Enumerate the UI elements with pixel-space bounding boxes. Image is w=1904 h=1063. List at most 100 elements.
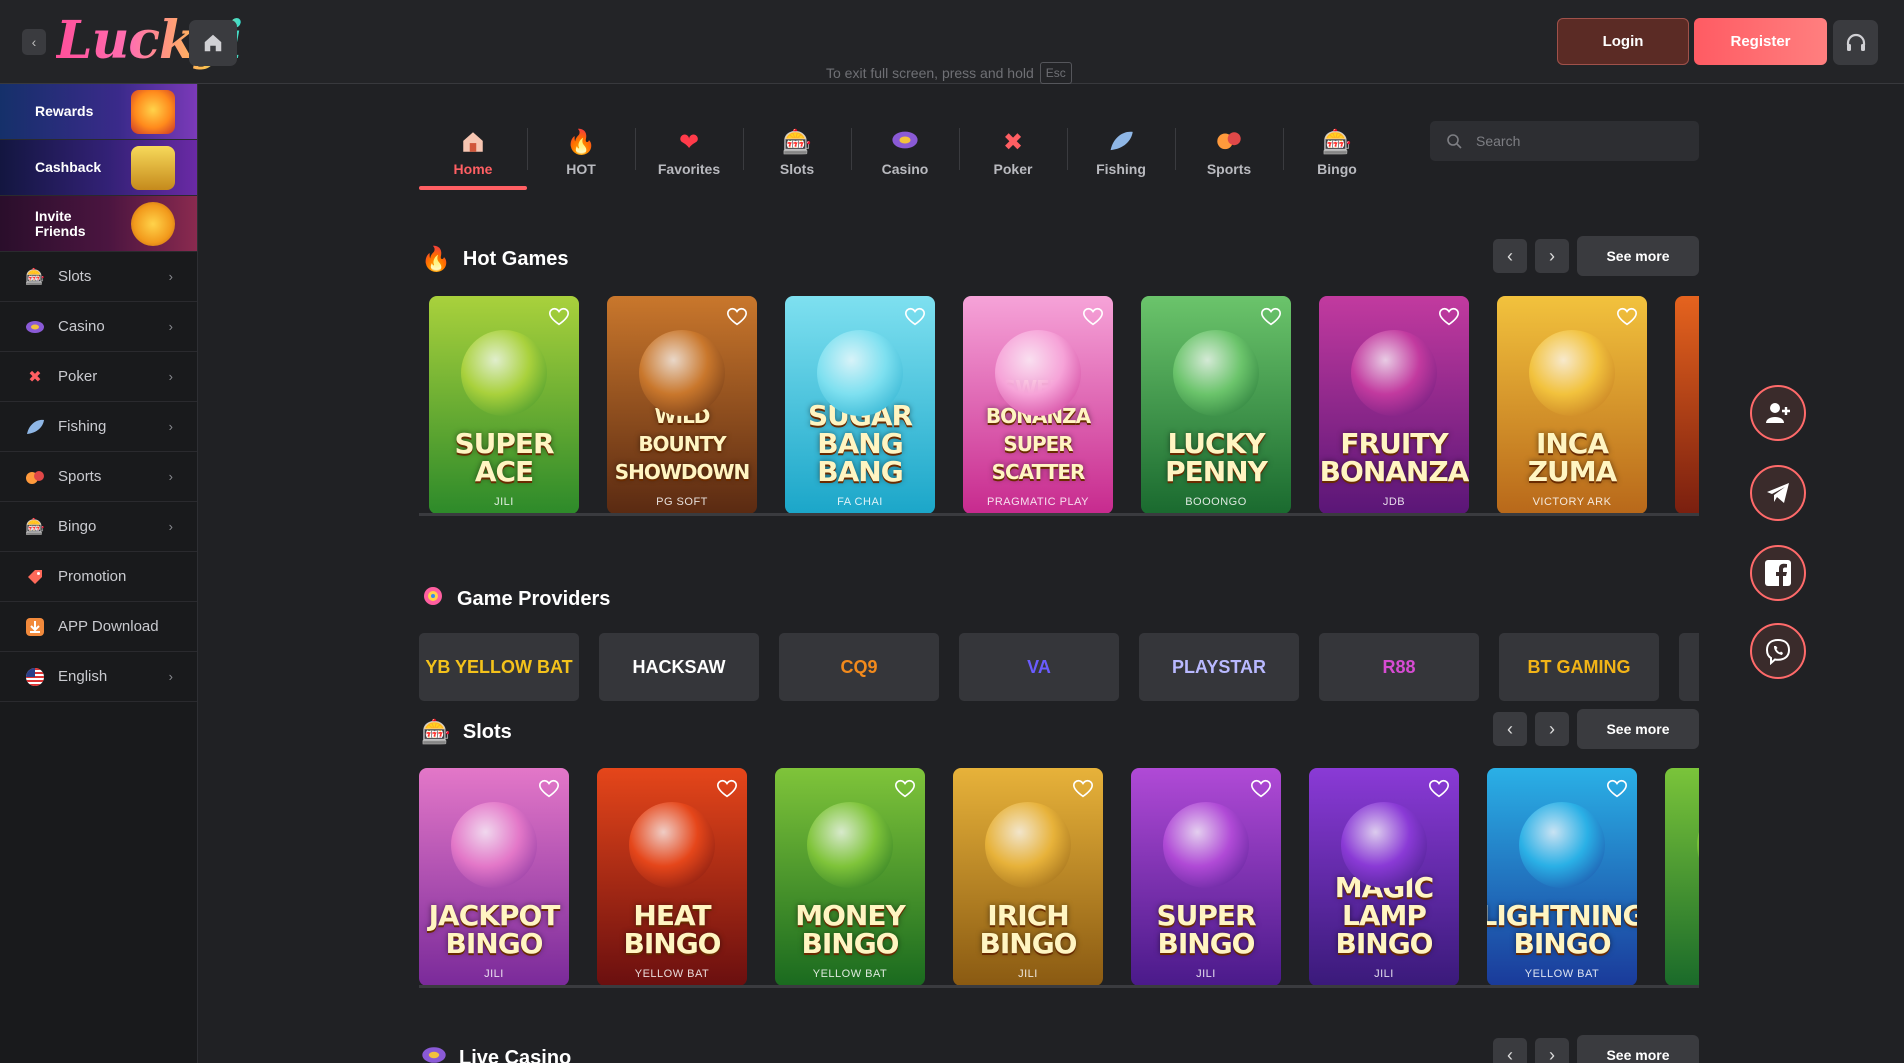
favorite-heart-icon[interactable] xyxy=(1606,778,1628,800)
back-button[interactable]: ‹ xyxy=(22,29,46,55)
slots-next-button[interactable]: › xyxy=(1535,712,1569,746)
tab-hot[interactable]: 🔥 HOT xyxy=(527,118,635,188)
slot-game-card[interactable]: IRICH BINGO JILI xyxy=(953,768,1103,986)
favorite-heart-icon[interactable] xyxy=(726,306,748,328)
game-artwork xyxy=(985,802,1071,888)
slot-game-card[interactable]: SUPER BINGO JILI xyxy=(1131,768,1281,986)
provider-tile[interactable]: PLAYSTAR xyxy=(1139,633,1299,701)
tab-favorites[interactable]: ❤ Favorites xyxy=(635,118,743,188)
favorite-heart-icon[interactable] xyxy=(538,778,560,800)
viber-icon xyxy=(1765,638,1791,665)
game-artwork xyxy=(1173,330,1259,416)
slot-game-card[interactable]: LIGHTNING BINGO YELLOW BAT xyxy=(1487,768,1637,986)
sidebar-item-casino[interactable]: Casino › xyxy=(0,302,197,352)
provider-tile[interactable]: BT GAMING xyxy=(1499,633,1659,701)
support-button[interactable] xyxy=(1833,20,1878,65)
tab-poker[interactable]: ✖ Poker xyxy=(959,118,1067,188)
hot-game-card[interactable]: LUCKY PENNY BOOONGO xyxy=(1141,296,1291,514)
hot-game-card[interactable]: WILD BOUNTY SHOWDOWN PG SOFT xyxy=(607,296,757,514)
game-title: INCA ZUMA xyxy=(1527,427,1618,488)
viber-button[interactable] xyxy=(1750,623,1806,679)
favorite-heart-icon[interactable] xyxy=(1260,306,1282,328)
sidebar-promo-rewards[interactable]: Rewards xyxy=(0,84,197,140)
live-casino-next-button[interactable]: › xyxy=(1535,1038,1569,1063)
live-casino-prev-button[interactable]: ‹ xyxy=(1493,1038,1527,1063)
favorite-heart-icon[interactable] xyxy=(1082,306,1104,328)
favorite-heart-icon[interactable] xyxy=(1250,778,1272,800)
hot-games-prev-button[interactable]: ‹ xyxy=(1493,239,1527,273)
sidebar-promo-invite-friends[interactable]: Invite Friends xyxy=(0,196,197,252)
game-provider: YELLOW BAT xyxy=(812,968,888,980)
tab-home[interactable]: Home xyxy=(419,118,527,190)
tab-label: Poker xyxy=(993,161,1033,177)
tab-fishing[interactable]: Fishing xyxy=(1067,118,1175,188)
hot-game-card[interactable]: 777 xyxy=(1675,296,1699,514)
provider-tile[interactable]: CQ9 xyxy=(779,633,939,701)
game-artwork xyxy=(1163,802,1249,888)
slot-game-card[interactable]: MONEY BINGO YELLOW BAT xyxy=(775,768,925,986)
hot-games-next-button[interactable]: › xyxy=(1535,239,1569,273)
telegram-button[interactable] xyxy=(1750,465,1806,521)
facebook-button[interactable] xyxy=(1750,545,1806,601)
sidebar-item-fishing[interactable]: Fishing › xyxy=(0,402,197,452)
provider-tile[interactable]: VA xyxy=(959,633,1119,701)
search-box[interactable]: Search xyxy=(1430,121,1699,161)
sidebar-item-label: Promotion xyxy=(58,568,127,585)
sidebar-item-bingo[interactable]: 🎰 Bingo › xyxy=(0,502,197,552)
tab-casino[interactable]: Casino xyxy=(851,118,959,188)
slot-game-card[interactable]: HEAT BINGO YELLOW BAT xyxy=(597,768,747,986)
facebook-icon xyxy=(1765,560,1791,586)
provider-logo-text: PLAYSTAR xyxy=(1171,656,1267,677)
hot-game-card[interactable]: SUPER ACE JILI xyxy=(429,296,579,514)
home-button[interactable] xyxy=(189,20,237,66)
hot-game-card[interactable]: SWEET BONANZA SUPER SCATTERPRAGMATIC PLA… xyxy=(963,296,1113,514)
hot-game-card[interactable]: SUGAR BANG BANGFA CHAI xyxy=(785,296,935,514)
favorite-heart-icon[interactable] xyxy=(894,778,916,800)
slot-game-card[interactable]: MAGIC LAMP BINGOJILI xyxy=(1309,768,1459,986)
sidebar-item-sports[interactable]: Sports › xyxy=(0,452,197,502)
sidebar-item-promotion[interactable]: Promotion xyxy=(0,552,197,602)
sidebar-item-slots[interactable]: 🎰 Slots › xyxy=(0,252,197,302)
game-providers-header: Game Providers xyxy=(421,584,610,615)
hot-game-card[interactable]: INCA ZUMA VICTORY ARK xyxy=(1497,296,1647,514)
invite-friends-button[interactable] xyxy=(1750,385,1806,441)
sidebar-item-app-download[interactable]: APP Download xyxy=(0,602,197,652)
tab-bingo[interactable]: 🎰 Bingo xyxy=(1283,118,1391,188)
hot-game-card[interactable]: FRUITY BONANZA JDB xyxy=(1319,296,1469,514)
treasure-chest-icon xyxy=(131,146,175,190)
tab-slots[interactable]: 🎰 Slots xyxy=(743,118,851,188)
favorite-heart-icon[interactable] xyxy=(1438,306,1460,328)
casino-chips-icon xyxy=(24,316,46,338)
slots-scrollbar[interactable] xyxy=(419,985,1699,988)
favorite-heart-icon[interactable] xyxy=(904,306,926,328)
slots-prev-button[interactable]: ‹ xyxy=(1493,712,1527,746)
provider-tile[interactable] xyxy=(1679,633,1699,701)
slots-see-more-button[interactable]: See more xyxy=(1577,709,1699,749)
slot-game-card[interactable]: E xyxy=(1665,768,1699,986)
sidebar-item-label: APP Download xyxy=(58,618,159,635)
hot-games-scrollbar[interactable] xyxy=(419,513,1699,516)
register-button[interactable]: Register xyxy=(1694,18,1827,65)
live-casino-see-more-button[interactable]: See more xyxy=(1577,1035,1699,1063)
provider-tile[interactable]: HACKSAW xyxy=(599,633,759,701)
login-button[interactable]: Login xyxy=(1557,18,1689,65)
sidebar-item-poker[interactable]: ✖ Poker › xyxy=(0,352,197,402)
provider-tile[interactable]: YB YELLOW BAT xyxy=(419,633,579,701)
favorite-heart-icon[interactable] xyxy=(1072,778,1094,800)
tab-label: Casino xyxy=(881,161,929,177)
favorite-heart-icon[interactable] xyxy=(548,306,570,328)
slot-game-card[interactable]: JACKPOT BINGO JILI xyxy=(419,768,569,986)
favorite-heart-icon[interactable] xyxy=(1428,778,1450,800)
chevron-right-icon: › xyxy=(168,669,173,684)
tab-sports[interactable]: Sports xyxy=(1175,118,1283,188)
sidebar-promo-cashback[interactable]: Cashback xyxy=(0,140,197,196)
promo-label: Rewards xyxy=(35,103,94,119)
hot-games-see-more-button[interactable]: See more xyxy=(1577,236,1699,276)
live-casino-header: Live Casino xyxy=(421,1044,571,1063)
favorite-heart-icon[interactable] xyxy=(1616,306,1638,328)
sidebar-item-language[interactable]: English › xyxy=(0,652,197,702)
favorite-heart-icon[interactable] xyxy=(716,778,738,800)
promo-label: Invite Friends xyxy=(35,207,86,239)
providers-row: YB YELLOW BAT HACKSAW CQ9 VA PLAYSTAR R88 BT G… xyxy=(419,633,1699,703)
provider-tile[interactable]: R88 xyxy=(1319,633,1479,701)
